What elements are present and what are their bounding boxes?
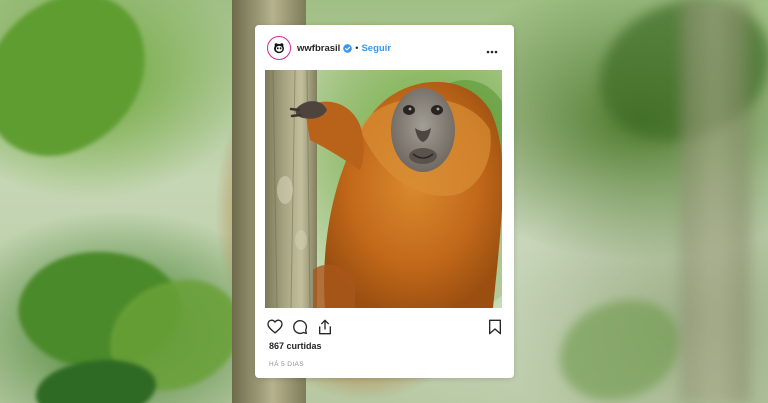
verified-badge-icon	[343, 43, 353, 53]
post-photo[interactable]	[265, 70, 502, 308]
post-actions	[267, 319, 502, 337]
post-timestamp[interactable]: HÁ 5 DIAS	[269, 361, 304, 368]
background-leaf	[0, 0, 171, 175]
likes-count[interactable]: 867 curtidas	[269, 341, 322, 351]
background-leaf	[36, 360, 156, 403]
background-leaf	[560, 300, 680, 400]
background-trunk	[680, 0, 750, 403]
username[interactable]: wwfbrasil	[297, 43, 340, 54]
comment-icon[interactable]	[292, 319, 308, 340]
wwf-panda-logo	[274, 43, 284, 54]
heart-icon[interactable]	[267, 319, 283, 339]
instagram-post-card: wwfbrasil • Seguir 867 curtidas HÁ 5 DIA…	[255, 25, 514, 378]
separator-dot: •	[355, 43, 359, 53]
avatar[interactable]	[267, 36, 291, 60]
follow-button[interactable]: Seguir	[361, 43, 391, 54]
bookmark-icon[interactable]	[488, 319, 502, 340]
post-header: wwfbrasil • Seguir	[267, 35, 502, 61]
share-icon[interactable]	[317, 319, 333, 340]
more-options-icon[interactable]	[486, 41, 498, 59]
tamarin-photo	[265, 70, 502, 308]
